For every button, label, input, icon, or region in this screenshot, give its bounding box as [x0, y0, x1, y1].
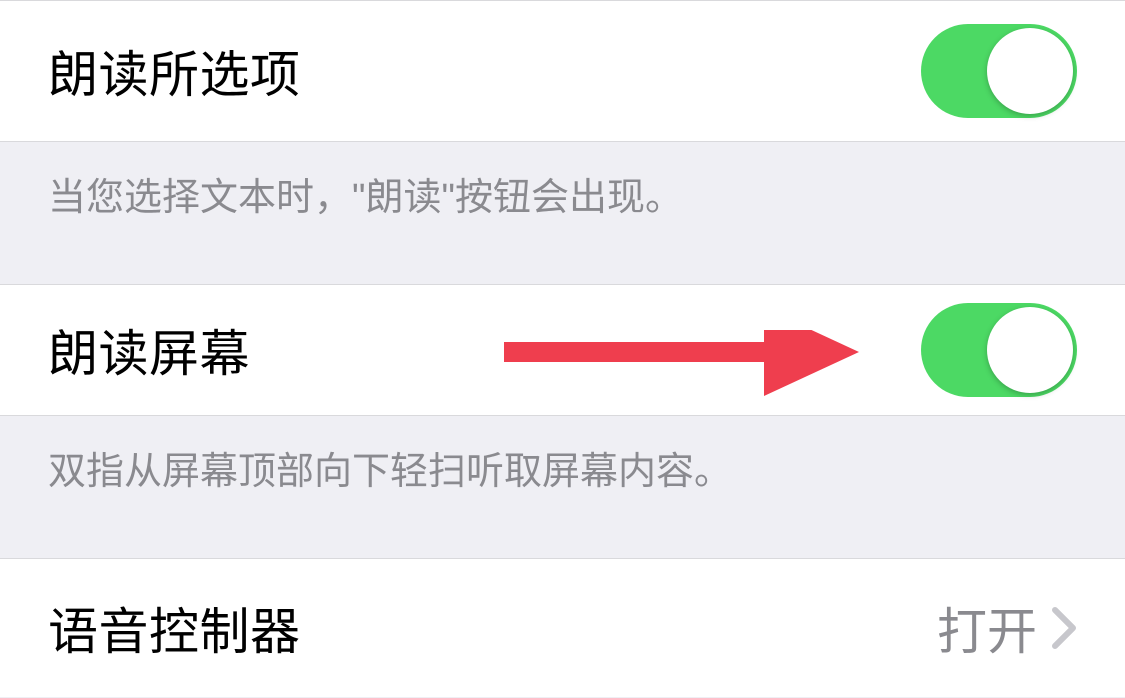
toggle-knob: [987, 28, 1073, 114]
toggle-knob: [987, 307, 1073, 393]
speak-screen-toggle[interactable]: [921, 303, 1077, 397]
chevron-right-icon: [1051, 606, 1077, 650]
speak-screen-label: 朗读屏幕: [48, 314, 250, 386]
speak-selection-label: 朗读所选项: [48, 35, 301, 107]
speak-screen-description: 双指从屏幕顶部向下轻扫听取屏幕内容。: [0, 416, 1125, 558]
voice-controller-row[interactable]: 语音控制器 打开: [0, 558, 1125, 697]
nav-right-group: 打开: [937, 592, 1077, 664]
speak-screen-row[interactable]: 朗读屏幕: [0, 284, 1125, 416]
speak-selection-toggle[interactable]: [921, 24, 1077, 118]
speak-selection-row[interactable]: 朗读所选项: [0, 0, 1125, 142]
voice-controller-label: 语音控制器: [48, 592, 301, 664]
voice-controller-value: 打开: [937, 592, 1037, 664]
speak-selection-description: 当您选择文本时，"朗读"按钮会出现。: [0, 142, 1125, 284]
